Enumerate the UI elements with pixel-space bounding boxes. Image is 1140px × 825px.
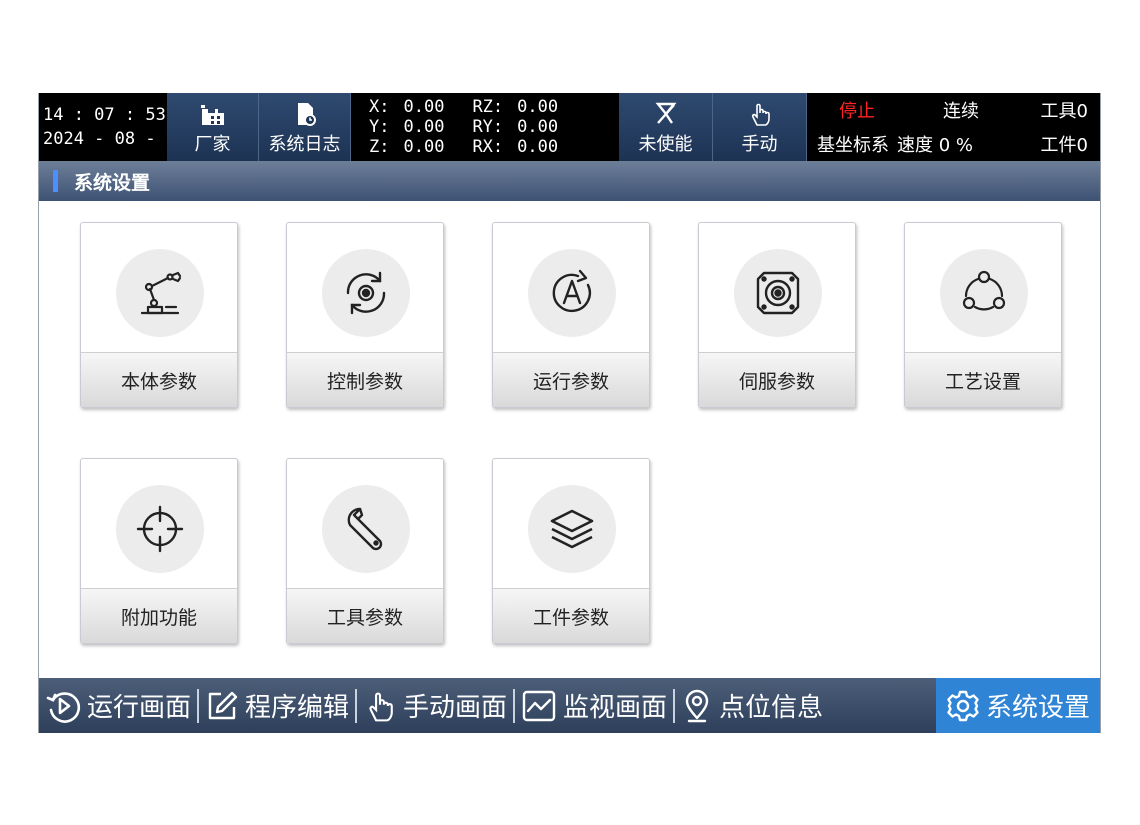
xyz-coords: X: 0.00 Y: 0.00 Z: 0.00: [369, 93, 444, 161]
page-title-bar: 系统设置: [39, 161, 1100, 201]
auto-run-icon: [528, 249, 616, 337]
hand-pointer-icon: [363, 689, 397, 723]
servo-disabled-icon: [652, 100, 680, 128]
coord-value: 0.00: [517, 137, 559, 157]
location-pin-icon: [681, 688, 713, 724]
servo-motor-icon: [734, 249, 822, 337]
factory-label: 厂家: [194, 134, 231, 155]
page-title: 系统设置: [74, 171, 151, 194]
title-accent: [53, 170, 58, 192]
gear-icon: [946, 689, 980, 723]
enable-button[interactable]: 未使能: [619, 93, 713, 161]
date-display: 2024 - 08 - 20: [43, 129, 187, 149]
coord-axis: RX:: [472, 137, 504, 157]
robot-status: 停止 连续 工具0 基坐标系 速度 0 % 工件0: [807, 93, 1100, 161]
card-servo-params[interactable]: 伺服参数: [698, 222, 856, 408]
edit-icon: [205, 689, 239, 723]
card-process-settings[interactable]: 工艺设置: [904, 222, 1062, 408]
robot-arm-icon: [116, 249, 204, 337]
rotation-coords: RZ: 0.00 RY: 0.00 RX: 0.00: [472, 93, 558, 161]
nav-monitor-screen[interactable]: 监视画面: [515, 678, 673, 733]
coordinate-readout: X: 0.00 Y: 0.00 Z: 0.00 RZ: 0.00 RY: 0.0…: [351, 93, 619, 161]
nav-point-info[interactable]: 点位信息: [675, 678, 829, 733]
card-label: 工艺设置: [905, 352, 1061, 407]
card-workpiece-params[interactable]: 工件参数: [492, 458, 650, 644]
coord-axis: Y:: [369, 117, 390, 137]
factory-button[interactable]: 厂家: [167, 93, 259, 161]
coord-value: 0.00: [403, 137, 445, 157]
coord-axis: X:: [369, 97, 390, 117]
coord-system: 基坐标系: [817, 135, 889, 156]
status-bar: 14 : 07 : 53 2024 - 08 - 20 厂家 系统日志 X: 0…: [39, 93, 1100, 161]
card-label: 控制参数: [287, 352, 443, 407]
coord-value: 0.00: [403, 117, 445, 137]
nav-run-screen[interactable]: 运行画面: [39, 678, 197, 733]
workpiece-number: 工件0: [1040, 135, 1088, 156]
card-body-params[interactable]: 本体参数: [80, 222, 238, 408]
speed-readout: 速度 0 %: [897, 135, 973, 156]
nav-program-edit[interactable]: 程序编辑: [199, 678, 355, 733]
layers-icon: [528, 485, 616, 573]
play-circle-icon: [45, 688, 81, 724]
nav-label: 手动画面: [403, 693, 508, 723]
nav-label: 点位信息: [719, 693, 824, 723]
system-log-button[interactable]: 系统日志: [259, 93, 351, 161]
coord-axis: RZ:: [472, 97, 504, 117]
manual-mode-button[interactable]: 手动: [713, 93, 807, 161]
card-control-params[interactable]: 控制参数: [286, 222, 444, 408]
card-additional-functions[interactable]: 附加功能: [80, 458, 238, 644]
factory-icon: [198, 100, 228, 128]
nav-label: 运行画面: [87, 693, 192, 723]
hmi-screen: 14 : 07 : 53 2024 - 08 - 20 厂家 系统日志 X: 0…: [38, 93, 1101, 733]
log-file-icon: [292, 100, 318, 128]
wrench-icon: [322, 485, 410, 573]
coord-axis: Z:: [369, 137, 390, 157]
clock: 14 : 07 : 53 2024 - 08 - 20: [39, 93, 187, 161]
card-run-params[interactable]: 运行参数: [492, 222, 650, 408]
hand-icon: [747, 100, 773, 128]
process-cycle-icon: [940, 249, 1028, 337]
card-label: 本体参数: [81, 352, 237, 407]
nav-system-settings[interactable]: 系统设置: [935, 678, 1100, 733]
coord-value: 0.00: [403, 97, 445, 117]
run-state: 停止: [839, 101, 875, 122]
bottom-navigation: 运行画面 程序编辑 手动画面 监视画面 点位信息 系统设置: [39, 678, 1100, 733]
nav-label: 监视画面: [563, 693, 668, 723]
coord-value: 0.00: [517, 117, 559, 137]
run-mode: 连续: [943, 101, 979, 122]
manual-mode-label: 手动: [741, 134, 778, 155]
tool-number: 工具0: [1040, 101, 1088, 122]
card-tool-params[interactable]: 工具参数: [286, 458, 444, 644]
card-label: 工件参数: [493, 588, 649, 643]
card-label: 工具参数: [287, 588, 443, 643]
rotate-sync-icon: [322, 249, 410, 337]
time-display: 14 : 07 : 53: [43, 105, 166, 125]
nav-manual-screen[interactable]: 手动画面: [357, 678, 513, 733]
card-label: 附加功能: [81, 588, 237, 643]
crosshair-icon: [116, 485, 204, 573]
nav-label: 系统设置: [985, 693, 1090, 723]
coord-axis: RY:: [472, 117, 504, 137]
card-label: 运行参数: [493, 352, 649, 407]
monitor-chart-icon: [521, 689, 557, 723]
system-log-label: 系统日志: [268, 134, 341, 155]
nav-label: 程序编辑: [245, 693, 350, 723]
card-label: 伺服参数: [699, 352, 855, 407]
enable-label: 未使能: [638, 134, 693, 155]
coord-value: 0.00: [517, 97, 559, 117]
